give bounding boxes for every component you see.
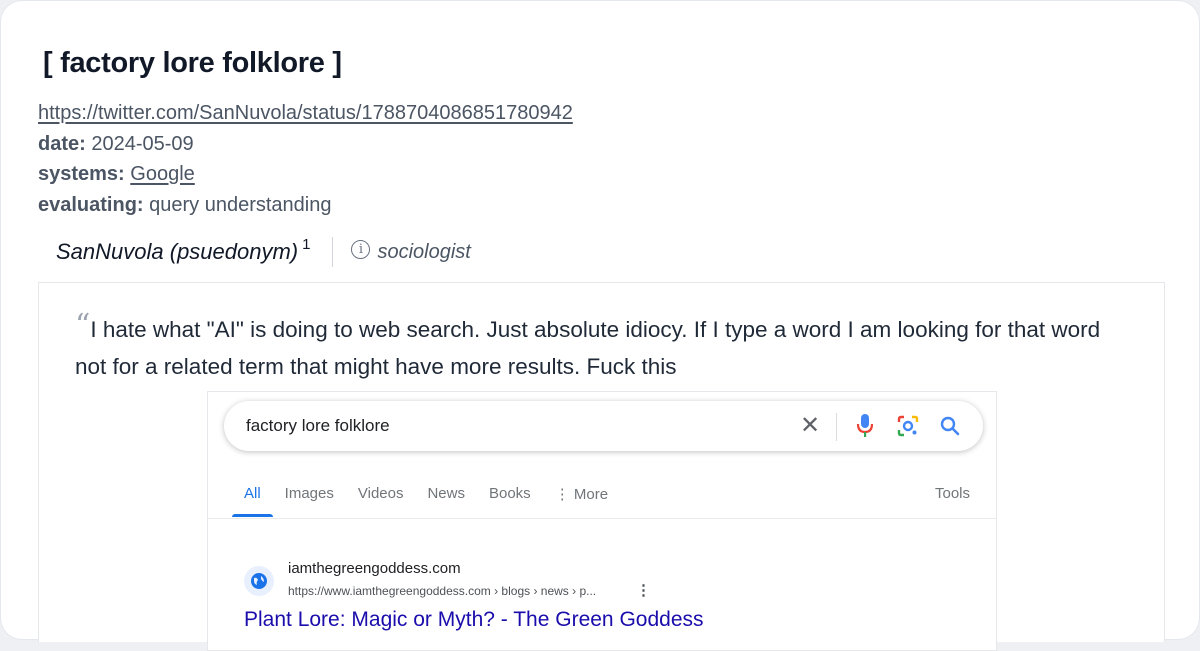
footnote-marker[interactable]: 1: [302, 236, 310, 253]
tab-news[interactable]: News: [427, 485, 465, 503]
close-icon[interactable]: ✕: [800, 411, 820, 440]
quote-text: I hate what "AI" is doing to web search.…: [75, 317, 1101, 379]
systems-link[interactable]: Google: [130, 163, 195, 185]
evaluating-value: query understanding: [149, 193, 332, 216]
result-site-name[interactable]: iamthegreengoddess.com: [288, 560, 461, 577]
author-role: sociologist: [377, 240, 471, 263]
author-divider: [332, 237, 334, 267]
globe-icon: [244, 566, 274, 596]
tab-books[interactable]: Books: [489, 485, 531, 503]
lens-icon[interactable]: [896, 414, 920, 443]
quote-block: “I hate what "AI" is doing to web search…: [75, 308, 1125, 385]
quote-box: “I hate what "AI" is doing to web search…: [38, 282, 1165, 651]
systems-row: systems: Google: [38, 159, 573, 190]
embedded-screenshot: factory lore folklore ✕ All Images Video…: [207, 391, 997, 651]
result-menu-icon[interactable]: ⋮: [636, 581, 651, 599]
tabs-divider: [208, 518, 996, 519]
result-url[interactable]: https://www.iamthegreengoddess.com › blo…: [288, 584, 596, 598]
quote-mark: “: [75, 308, 91, 343]
page-title: [ factory lore folklore ]: [43, 47, 342, 79]
date-row: date: 2024-05-09: [38, 129, 573, 160]
search-bar[interactable]: factory lore folklore ✕: [224, 401, 983, 451]
tab-more[interactable]: ⋮ More: [555, 485, 608, 503]
search-icon[interactable]: [938, 414, 962, 443]
search-tabs: All Images Videos News Books ⋮ More: [232, 485, 632, 517]
result-title-link[interactable]: Plant Lore: Magic or Myth? - The Green G…: [244, 608, 704, 632]
tab-all[interactable]: All: [232, 485, 273, 517]
tab-images[interactable]: Images: [285, 485, 334, 503]
source-link[interactable]: https://twitter.com/SanNuvola/status/178…: [38, 102, 573, 124]
post-card: [ factory lore folklore ] https://twitte…: [0, 0, 1200, 651]
systems-label: systems:: [38, 163, 125, 185]
evaluating-row: evaluating: query understanding: [38, 190, 573, 221]
tab-videos[interactable]: Videos: [358, 485, 404, 503]
search-input[interactable]: factory lore folklore: [246, 416, 390, 436]
microphone-icon[interactable]: [856, 413, 874, 444]
date-value: 2024-05-09: [91, 132, 194, 155]
author-row: SanNuvola (psuedonym) 1 i sociologist: [56, 235, 471, 269]
evaluating-label: evaluating:: [38, 193, 144, 216]
post-meta: https://twitter.com/SanNuvola/status/178…: [38, 98, 573, 220]
tools-button[interactable]: Tools: [935, 485, 970, 502]
info-icon: i: [351, 239, 371, 259]
search-bar-divider: [836, 413, 837, 441]
author-name: SanNuvola (psuedonym): [56, 239, 299, 264]
date-label: date:: [38, 132, 86, 155]
